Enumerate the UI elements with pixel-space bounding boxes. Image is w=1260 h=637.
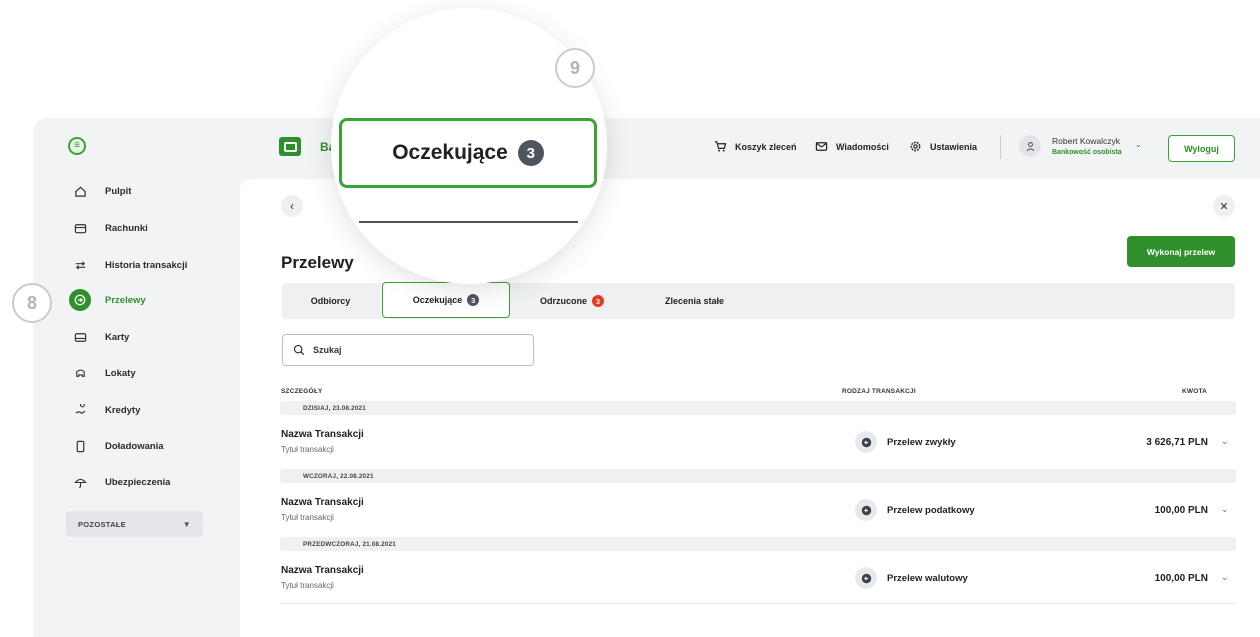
row-divider	[280, 603, 1236, 604]
logout-button[interactable]: Wyloguj	[1168, 135, 1235, 162]
umbrella-icon	[73, 475, 87, 489]
phone-icon	[73, 439, 87, 453]
messages-label: Wiadomości	[836, 141, 889, 152]
transfer-arrow-icon	[855, 499, 877, 521]
settings-button[interactable]: Ustawienia	[909, 140, 977, 153]
step-marker-8: 8	[12, 283, 52, 323]
cart-button[interactable]: Koszyk zleceń	[714, 140, 797, 153]
transaction-name[interactable]: Nazwa Transakcji	[281, 497, 364, 508]
piggy-bank-icon	[73, 366, 87, 380]
arrow-right-circle-icon	[69, 289, 91, 311]
sidebar-item-label: Lokaty	[105, 367, 136, 379]
sidebar-item-label: Pulpit	[105, 185, 132, 197]
transaction-title: Tytuł transakcji	[281, 513, 334, 522]
sidebar-item-pulpit[interactable]: Pulpit	[73, 181, 131, 201]
cart-icon	[714, 141, 727, 152]
transaction-name[interactable]: Nazwa Transakcji	[281, 565, 364, 576]
transaction-type: Przelew zwykły	[855, 431, 956, 453]
tab-odbiorcy[interactable]: Odbiorcy	[282, 283, 379, 319]
transaction-type: Przelew walutowy	[855, 567, 968, 589]
page-title: Przelewy	[281, 253, 354, 272]
tab-oczekujace[interactable]: Oczekujące 3	[382, 282, 510, 318]
magnified-tab-label: Oczekujące	[392, 141, 508, 164]
sidebar-item-karty[interactable]: Karty	[73, 327, 129, 347]
chevron-down-icon[interactable]: ⌄	[1135, 140, 1142, 149]
transaction-type-label: Przelew walutowy	[887, 572, 968, 584]
swap-arrows-icon	[73, 258, 87, 272]
search-input[interactable]: Szukaj	[282, 334, 534, 366]
search-placeholder: Szukaj	[313, 345, 342, 355]
gear-icon	[910, 141, 921, 152]
transaction-amount: 3 626,71 PLN	[1146, 437, 1208, 448]
user-avatar-icon[interactable]	[1019, 135, 1041, 157]
transaction-type-label: Przelew podatkowy	[887, 504, 975, 516]
sidebar-item-label: Przelewy	[105, 294, 146, 306]
transaction-amount: 100,00 PLN	[1154, 573, 1208, 584]
card-icon	[73, 330, 87, 344]
sidebar-item-label: Kredyty	[105, 404, 141, 416]
home-icon	[73, 184, 87, 198]
back-arrow-icon[interactable]: ‹	[281, 195, 303, 217]
sidebar-item-ubezpieczenia[interactable]: Ubezpieczenia	[73, 472, 170, 492]
transaction-name[interactable]: Nazwa Transakcji	[281, 429, 364, 440]
sidebar-item-lokaty[interactable]: Lokaty	[73, 363, 136, 383]
tab-odrzucone[interactable]: Odrzucone 3	[522, 283, 622, 319]
loan-icon	[73, 403, 87, 417]
tab-bar: Odbiorcy Oczekujące 3 Odrzucone 3 Zlecen…	[282, 282, 1235, 319]
search-icon	[293, 344, 305, 356]
sidebar-item-przelewy[interactable]: Przelewy	[69, 289, 146, 311]
tab-label: Oczekujące	[412, 295, 463, 305]
column-header-type: RODZAJ TRANSAKCJI	[842, 388, 916, 395]
magnified-underline	[359, 221, 578, 223]
expand-chevron-icon[interactable]: ⌄	[1221, 436, 1229, 447]
magnified-tab-oczekujace: Oczekujące 3	[339, 118, 597, 188]
settings-label: Ustawienia	[930, 141, 978, 152]
more-dropdown[interactable]: POZOSTAŁE ▼	[66, 511, 203, 537]
transaction-title: Tytuł transakcji	[281, 445, 334, 454]
close-icon[interactable]: ✕	[1213, 195, 1235, 217]
sidebar-item-label: Ubezpieczenia	[105, 476, 171, 488]
bank-logo[interactable]	[279, 137, 301, 156]
sidebar-item-label: Historia transakcji	[105, 259, 188, 271]
more-dropdown-label: POZOSTAŁE	[78, 519, 126, 529]
expand-chevron-icon[interactable]: ⌄	[1221, 504, 1229, 515]
transaction-type-label: Przelew zwykły	[887, 436, 956, 448]
envelope-icon	[815, 142, 828, 151]
wallet-icon	[73, 221, 87, 235]
sidebar-item-rachunki[interactable]: Rachunki	[73, 218, 148, 238]
transaction-title: Tytuł transakcji	[281, 581, 334, 590]
sidebar-item-kredyty[interactable]: Kredyty	[73, 400, 140, 420]
transfer-arrow-icon	[855, 431, 877, 453]
make-transfer-button[interactable]: Wykonaj przelew	[1127, 236, 1235, 267]
tab-label: Zlecenia stałe	[664, 296, 725, 306]
messages-button[interactable]: Wiadomości	[815, 140, 889, 153]
step-marker-9: 9	[555, 48, 595, 88]
magnified-count-badge: 3	[517, 140, 544, 166]
sidebar-item-label: Rachunki	[105, 222, 148, 234]
transaction-type: Przelew podatkowy	[855, 499, 975, 521]
sidebar-item-label: Doładowania	[105, 440, 164, 452]
column-header-amount: KWOTA	[1182, 388, 1208, 395]
count-badge: 3	[467, 294, 480, 306]
user-name[interactable]: Robert Kowalczyk	[1052, 136, 1120, 146]
tab-zlecenia-stale[interactable]: Zlecenia stałe	[632, 283, 757, 319]
header-divider	[1000, 135, 1001, 159]
menu-toggle-icon[interactable]: ≡	[68, 137, 86, 155]
caret-down-icon: ▼	[182, 519, 191, 529]
tab-label: Odrzucone	[539, 296, 587, 306]
column-header-details: SZCZEGÓŁY	[281, 388, 323, 395]
count-badge: 3	[592, 295, 604, 307]
user-role: Bankowość osobista	[1052, 149, 1122, 156]
transaction-amount: 100,00 PLN	[1154, 505, 1208, 516]
sidebar-item-historia[interactable]: Historia transakcji	[73, 255, 187, 275]
date-group-header: PRZEDWCZORAJ, 21.08.2021	[280, 537, 1236, 551]
sidebar-item-doladowania[interactable]: Doładowania	[73, 436, 164, 456]
tab-label: Odbiorcy	[310, 296, 351, 306]
sidebar-item-label: Karty	[105, 331, 130, 343]
date-group-header: WCZORAJ, 22.08.2021	[280, 469, 1236, 483]
transfer-arrow-icon	[855, 567, 877, 589]
date-group-header: DZISIAJ, 23.08.2021	[280, 401, 1236, 415]
expand-chevron-icon[interactable]: ⌄	[1221, 572, 1229, 583]
cart-label: Koszyk zleceń	[735, 141, 797, 152]
